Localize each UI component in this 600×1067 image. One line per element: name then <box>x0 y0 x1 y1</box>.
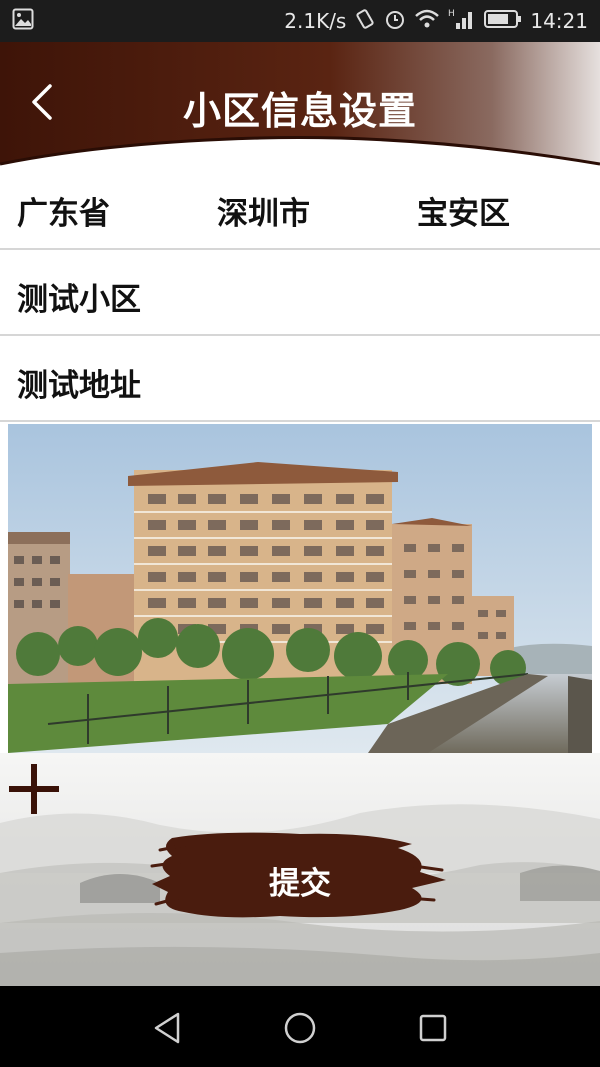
nav-recents-button[interactable] <box>413 1008 453 1048</box>
nav-home-button[interactable] <box>280 1008 320 1048</box>
nav-back-button[interactable] <box>148 1008 188 1048</box>
gallery-icon <box>12 8 34 35</box>
svg-text:H: H <box>448 9 455 19</box>
home-circle-icon <box>284 1012 316 1044</box>
add-photo-button[interactable] <box>8 762 60 816</box>
submit-label: 提交 <box>269 866 331 902</box>
community-photo[interactable] <box>8 424 592 753</box>
wifi-icon <box>414 8 440 35</box>
vibrate-icon <box>354 8 376 35</box>
page-title: 小区信息设置 <box>182 89 417 133</box>
back-triangle-icon <box>154 1012 180 1044</box>
region-selector: 广东省 深圳市 宝安区 <box>0 168 600 250</box>
battery-icon <box>484 9 522 34</box>
clock-time: 14:21 <box>530 9 588 33</box>
address-field[interactable]: 测试地址 <box>0 336 600 422</box>
submit-button[interactable]: 提交 <box>150 828 450 928</box>
address-value: 测试地址 <box>17 368 141 404</box>
recents-square-icon <box>419 1014 447 1042</box>
plus-icon <box>9 764 59 814</box>
signal-icon: H <box>448 7 476 36</box>
residential-buildings-image <box>8 424 592 753</box>
community-name-field[interactable]: 测试小区 <box>0 250 600 336</box>
district-select[interactable]: 宝安区 <box>417 188 510 233</box>
city-select[interactable]: 深圳市 <box>217 188 310 233</box>
province-select[interactable]: 广东省 <box>17 188 110 233</box>
system-navigation-bar <box>0 986 600 1067</box>
alarm-icon <box>384 8 406 35</box>
app-header: 小区信息设置 <box>0 42 600 170</box>
community-name-value: 测试小区 <box>17 282 141 318</box>
network-speed: 2.1K/s <box>284 9 347 33</box>
status-bar: 2.1K/s H 14:21 <box>0 0 600 42</box>
